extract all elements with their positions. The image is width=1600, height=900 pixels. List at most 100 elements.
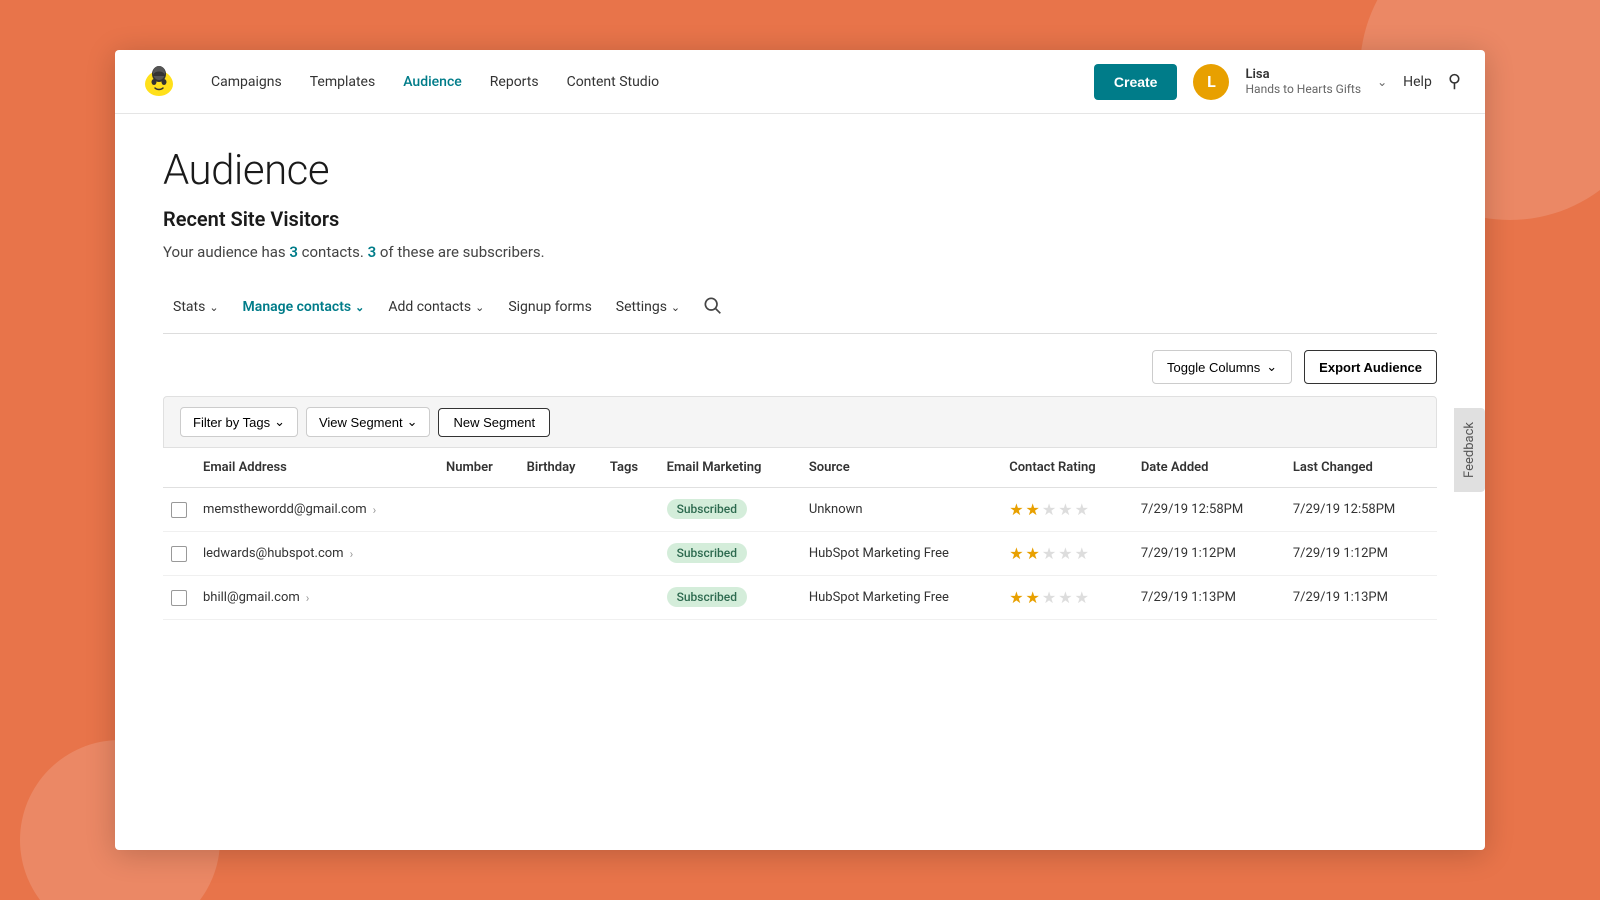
row-birthday: [519, 488, 602, 532]
toolbar-settings[interactable]: Settings ⌄: [606, 293, 690, 321]
table-row: bhill@gmail.com › Subscribed HubSpot Mar…: [163, 576, 1437, 620]
row-date-added: 7/29/19 1:12PM: [1133, 532, 1285, 576]
toolbar-manage-contacts[interactable]: Manage contacts ⌄: [233, 293, 375, 321]
star-2: ★: [1026, 588, 1040, 607]
nav-campaigns[interactable]: Campaigns: [211, 74, 282, 90]
nav-content-studio[interactable]: Content Studio: [567, 74, 660, 90]
toolbar-settings-label: Settings: [616, 299, 667, 315]
col-birthday: Birthday: [519, 448, 602, 488]
contacts-table: Email Address Number Birthday Tags Email…: [163, 448, 1437, 620]
toolbar: Stats ⌄ Manage contacts ⌄ Add contacts ⌄…: [163, 293, 1437, 334]
col-tags: Tags: [602, 448, 659, 488]
row-checkbox-cell: [163, 532, 195, 576]
email-address[interactable]: memsthewordd@gmail.com: [203, 502, 367, 517]
row-email: bhill@gmail.com ›: [195, 576, 438, 620]
row-birthday: [519, 576, 602, 620]
subscribed-badge: Subscribed: [667, 499, 747, 519]
nav-reports[interactable]: Reports: [490, 74, 539, 90]
view-segment-button[interactable]: View Segment ⌄: [306, 407, 431, 437]
star-5: ★: [1075, 500, 1089, 519]
desc-middle: contacts.: [298, 243, 368, 261]
nav-templates[interactable]: Templates: [310, 74, 376, 90]
star-5: ★: [1075, 544, 1089, 563]
content: Audience Recent Site Visitors Your audie…: [115, 114, 1485, 850]
user-info: Lisa Hands to Hearts Gifts: [1245, 67, 1361, 96]
row-source: HubSpot Marketing Free: [801, 532, 1001, 576]
row-checkbox[interactable]: [171, 502, 187, 518]
help-link[interactable]: Help: [1403, 74, 1432, 90]
checkbox-header: [163, 448, 195, 488]
new-segment-button[interactable]: New Segment: [438, 408, 550, 437]
email-address[interactable]: bhill@gmail.com: [203, 590, 300, 605]
add-contacts-chevron-icon: ⌄: [475, 301, 484, 314]
stats-chevron-icon: ⌄: [209, 301, 218, 314]
filter-tags-label: Filter by Tags: [193, 415, 270, 430]
col-last-changed: Last Changed: [1285, 448, 1437, 488]
star-1: ★: [1009, 588, 1023, 607]
star-1: ★: [1009, 500, 1023, 519]
row-tags: [602, 576, 659, 620]
desc-prefix: Your audience has: [163, 243, 289, 261]
filter-tags-chevron-icon: ⌄: [274, 414, 285, 430]
table-header-row: Email Address Number Birthday Tags Email…: [163, 448, 1437, 488]
user-name: Lisa: [1245, 67, 1361, 82]
toolbar-stats[interactable]: Stats ⌄: [163, 293, 229, 321]
view-segment-chevron-icon: ⌄: [407, 414, 418, 430]
email-arrow-icon[interactable]: ›: [373, 503, 377, 517]
toolbar-add-contacts[interactable]: Add contacts ⌄: [378, 293, 494, 321]
main-container: Campaigns Templates Audience Reports Con…: [115, 50, 1485, 850]
filter-by-tags-button[interactable]: Filter by Tags ⌄: [180, 407, 298, 437]
star-2: ★: [1026, 500, 1040, 519]
export-audience-button[interactable]: Export Audience: [1304, 350, 1437, 384]
row-tags: [602, 488, 659, 532]
row-last-changed: 7/29/19 12:58PM: [1285, 488, 1437, 532]
settings-chevron-icon: ⌄: [671, 301, 680, 314]
user-chevron-icon[interactable]: ⌄: [1377, 75, 1387, 89]
star-1: ★: [1009, 544, 1023, 563]
row-contact-rating: ★★★★★: [1001, 576, 1133, 620]
table-row: memsthewordd@gmail.com › Subscribed Unkn…: [163, 488, 1437, 532]
row-number: [438, 576, 519, 620]
row-checkbox-cell: [163, 488, 195, 532]
toggle-columns-button[interactable]: Toggle Columns ⌄: [1152, 350, 1292, 384]
search-icon[interactable]: ⚲: [1448, 71, 1461, 92]
segment-bar: Filter by Tags ⌄ View Segment ⌄ New Segm…: [163, 396, 1437, 448]
nav-audience[interactable]: Audience: [403, 74, 462, 90]
email-arrow-icon[interactable]: ›: [306, 591, 310, 605]
toolbar-signup-forms[interactable]: Signup forms: [498, 293, 601, 321]
toolbar-signup-forms-label: Signup forms: [508, 299, 591, 315]
row-number: [438, 532, 519, 576]
col-source: Source: [801, 448, 1001, 488]
row-checkbox[interactable]: [171, 590, 187, 606]
row-checkbox[interactable]: [171, 546, 187, 562]
row-date-added: 7/29/19 12:58PM: [1133, 488, 1285, 532]
create-button[interactable]: Create: [1094, 64, 1178, 100]
toolbar-search-icon[interactable]: [702, 295, 722, 319]
feedback-tab-wrapper: Feedback: [1454, 408, 1485, 492]
star-3: ★: [1042, 544, 1056, 563]
row-email-marketing: Subscribed: [659, 576, 801, 620]
feedback-tab[interactable]: Feedback: [1454, 408, 1485, 492]
row-source: Unknown: [801, 488, 1001, 532]
toolbar-add-contacts-label: Add contacts: [388, 299, 471, 315]
logo[interactable]: [139, 62, 179, 102]
email-address[interactable]: ledwards@hubspot.com: [203, 546, 344, 561]
star-4: ★: [1058, 588, 1072, 607]
col-date-added: Date Added: [1133, 448, 1285, 488]
star-2: ★: [1026, 544, 1040, 563]
toolbar-stats-label: Stats: [173, 299, 205, 315]
desc-suffix: of these are subscribers.: [376, 243, 544, 261]
row-last-changed: 7/29/19 1:13PM: [1285, 576, 1437, 620]
email-arrow-icon[interactable]: ›: [350, 547, 354, 561]
row-contact-rating: ★★★★★: [1001, 532, 1133, 576]
star-3: ★: [1042, 588, 1056, 607]
subscribed-badge: Subscribed: [667, 587, 747, 607]
row-date-added: 7/29/19 1:13PM: [1133, 576, 1285, 620]
subscribed-badge: Subscribed: [667, 543, 747, 563]
star-5: ★: [1075, 588, 1089, 607]
subscribers-count: 3: [368, 243, 377, 261]
manage-contacts-chevron-icon: ⌄: [355, 301, 364, 314]
row-tags: [602, 532, 659, 576]
avatar: L: [1193, 64, 1229, 100]
row-number: [438, 488, 519, 532]
